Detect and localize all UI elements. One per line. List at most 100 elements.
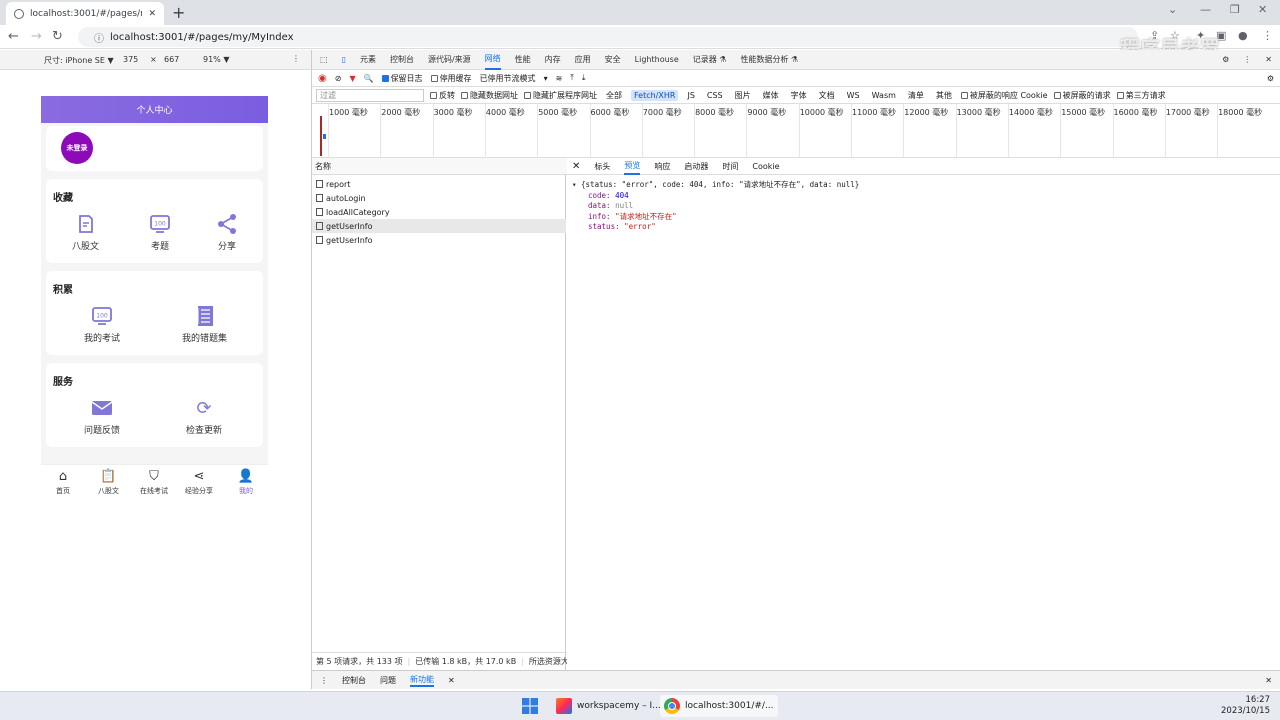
restore-icon[interactable]: ❐ [1230,3,1240,16]
tab-memory[interactable]: 内存 [545,50,561,70]
throttle-select[interactable]: 已停用节流模式 [480,73,536,84]
device-height[interactable]: 667 [164,55,179,64]
system-clock[interactable]: 16:27 2023/10/15 [1221,695,1270,717]
close-icon[interactable]: ✕ [448,676,455,685]
json-summary[interactable]: ▾ {status: "error", code: 404, info: "请求… [572,180,859,191]
browser-tab[interactable]: localhost:3001/#/pages/my/M ✕ [6,2,164,25]
type-fetch-xhr[interactable]: Fetch/XHR [631,89,679,101]
drawer-tab-whats-new[interactable]: 新功能 [410,674,434,687]
settings-icon[interactable]: ⚙ [1267,74,1274,83]
settings-icon[interactable]: ⚙ [1222,55,1229,64]
tab-timing[interactable]: 时间 [722,156,738,176]
minimize-icon[interactable]: — [1200,3,1211,16]
url-bar[interactable]: ⓘ localhost:3001/#/pages/my/MyIndex [78,27,1138,47]
back-icon[interactable]: ← [8,29,19,44]
item-eight-part[interactable]: 八股文 [72,213,99,252]
forward-icon[interactable]: → [31,29,42,44]
tab-performance[interactable]: 性能 [515,50,531,70]
blocked-cookies-checkbox[interactable]: 被屏蔽的响应 Cookie [960,90,1048,101]
type-all[interactable]: 全部 [603,89,625,102]
device-width[interactable]: 375 [123,55,138,64]
search-icon[interactable]: 🔍 [364,74,374,83]
network-timeline[interactable]: 1000 毫秒 2000 毫秒 3000 毫秒 4000 毫秒 5000 毫秒 6000 … [311,104,1280,158]
device-toggle-icon[interactable]: ▯ [342,55,346,64]
reload-icon[interactable]: ↻ [52,29,63,44]
type-ws[interactable]: WS [844,90,863,101]
tab-lighthouse[interactable]: Lighthouse [635,50,679,70]
request-row[interactable]: loadAllCategory [312,205,566,219]
tab-initiator[interactable]: 启动器 [684,156,708,176]
more-icon[interactable]: ⋮ [1243,55,1251,64]
tab-response[interactable]: 响应 [654,156,670,176]
profile-icon[interactable]: ● [1238,29,1248,42]
item-share[interactable]: 分享 [216,213,238,252]
third-party-checkbox[interactable]: 第三方请求 [1116,90,1166,101]
close-window-icon[interactable]: ✕ [1258,3,1267,16]
filter-input[interactable]: 过滤 [316,88,424,102]
device-select[interactable]: 尺寸: iPhone SE ▼ [44,55,114,66]
type-font[interactable]: 字体 [788,89,810,102]
taskbar-app-intellij[interactable]: workspacemy – I... [552,695,665,717]
tab-home[interactable]: ⌂ 首页 [55,468,71,496]
more-icon[interactable]: ⋮ [320,676,328,685]
new-tab-icon[interactable]: + [172,3,185,22]
tab-sources[interactable]: 源代码/来源 [428,50,471,70]
hide-data-urls-checkbox[interactable]: 隐藏数据网址 [461,90,518,101]
tab-console[interactable]: 控制台 [390,50,414,70]
request-row[interactable]: getUserInfo [312,219,566,233]
blocked-requests-checkbox[interactable]: 被屏蔽的请求 [1053,90,1111,101]
type-wasm[interactable]: Wasm [869,90,899,101]
tab-online-exam[interactable]: ⛉ 在线考试 [140,468,168,496]
tab-eight-part[interactable]: 📋 八股文 [98,468,119,496]
type-other[interactable]: 其他 [933,89,955,102]
drawer-tab-console[interactable]: 控制台 [342,675,366,686]
item-my-exams[interactable]: 100 我的考试 [84,305,120,344]
type-css[interactable]: CSS [704,90,726,101]
inspect-icon[interactable]: ⬚ [320,55,328,64]
close-icon[interactable]: ✕ [1265,55,1272,64]
type-doc[interactable]: 文档 [816,89,838,102]
upload-icon[interactable]: ⤒ [570,73,574,83]
more-icon[interactable]: ⋮ [292,54,300,63]
request-row[interactable]: autoLogin [312,191,566,205]
request-row[interactable]: report [312,177,566,191]
windows-start-icon[interactable] [522,698,538,714]
preserve-log-checkbox[interactable]: 保留日志 [381,73,423,84]
chevron-down-icon[interactable]: ▾ [544,74,548,83]
close-drawer-icon[interactable]: ✕ [1265,676,1272,685]
tab-security[interactable]: 安全 [605,50,621,70]
tab-experience-share[interactable]: ⋖ 经验分享 [185,468,213,496]
menu-icon[interactable]: ⋮ [1262,29,1273,42]
tab-cookies[interactable]: Cookie [752,156,779,176]
json-preview[interactable]: ▾ {status: "error", code: 404, info: "请求… [572,180,859,233]
tab-performance-insights[interactable]: 性能数据分析 ⚗ [740,50,798,70]
avatar[interactable]: 未登录 [61,132,93,164]
info-icon[interactable]: ⓘ [94,30,104,45]
download-icon[interactable]: ⤓ [582,73,586,83]
item-feedback[interactable]: 问题反馈 [84,397,120,436]
type-img[interactable]: 图片 [732,89,754,102]
close-icon[interactable]: ✕ [148,9,156,19]
item-wrong-book[interactable]: 我的错题集 [182,305,227,344]
invert-checkbox[interactable]: 反转 [430,90,455,101]
disable-cache-checkbox[interactable]: 停用缓存 [430,73,472,84]
taskbar-app-chrome[interactable]: localhost:3001/#/... [660,695,778,717]
type-media[interactable]: 媒体 [760,89,782,102]
tab-headers[interactable]: 标头 [594,156,610,176]
drawer-tab-issues[interactable]: 问题 [380,675,396,686]
type-manifest[interactable]: 清单 [905,89,927,102]
tab-recorder[interactable]: 记录器 ⚗ [693,50,727,70]
filter-icon[interactable]: ▼ [349,74,355,83]
hide-ext-urls-checkbox[interactable]: 隐藏扩展程序网址 [524,90,597,101]
tab-elements[interactable]: 元素 [360,50,376,70]
item-exam-questions[interactable]: 100 考题 [149,213,171,252]
tab-preview[interactable]: 预览 [624,158,641,175]
tab-application[interactable]: 应用 [575,50,591,70]
wifi-icon[interactable]: ≋ [556,74,563,83]
close-icon[interactable]: ✕ [572,161,580,172]
type-js[interactable]: JS [684,90,697,101]
chevron-down-icon[interactable]: ⌄ [1168,3,1177,16]
zoom-select[interactable]: 91% ▼ [203,55,229,64]
tab-network[interactable]: 网络 [484,50,501,70]
tab-mine[interactable]: 👤 我的 [238,468,254,496]
